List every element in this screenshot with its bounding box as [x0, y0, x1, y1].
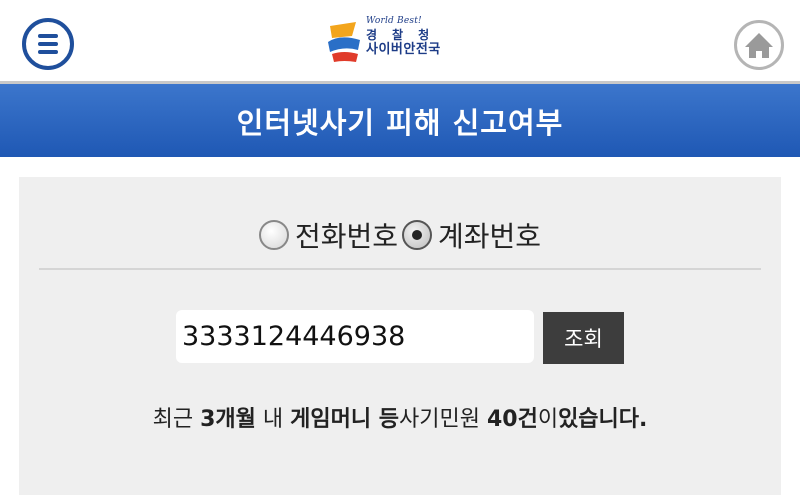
radio-account[interactable]: 계좌번호: [402, 215, 541, 255]
radio-unchecked-icon[interactable]: [258, 220, 289, 250]
page-title: 인터넷사기 피해 신고여부: [236, 105, 564, 140]
hamburger-menu-icon-bar: [38, 42, 58, 46]
app-header: World Best! 경찰청 사이버안전국: [0, 0, 800, 84]
page-title-bar: 인터넷사기 피해 신고여부: [0, 84, 800, 157]
search-type-group: 전화번호 계좌번호: [19, 215, 781, 255]
result-suffix: 있습니다.: [558, 407, 648, 432]
result-mid2: 사기민원: [398, 407, 487, 432]
result-mid3: 이: [537, 407, 559, 432]
result-period: 3개월: [200, 407, 256, 432]
result-message: 최근 3개월 내 게임머니 등사기민원 40건이있습니다.: [19, 401, 781, 433]
radio-checked-icon[interactable]: [402, 220, 432, 250]
home-button[interactable]: [734, 20, 784, 70]
menu-button[interactable]: [22, 18, 74, 70]
home-icon: [745, 33, 773, 58]
result-category: 게임머니 등: [290, 407, 399, 432]
result-mid1: 내: [255, 407, 291, 432]
account-number-input[interactable]: [176, 310, 534, 363]
divider: [39, 268, 761, 270]
search-panel: 전화번호 계좌번호 조회 최근 3개월 내 게임머니 등사기민원 40건이있습니…: [19, 177, 781, 495]
radio-account-label: 계좌번호: [438, 220, 542, 253]
search-button[interactable]: 조회: [543, 312, 624, 364]
hamburger-menu-icon-bar: [38, 50, 58, 54]
result-prefix: 최근: [152, 407, 201, 432]
radio-phone[interactable]: 전화번호: [258, 215, 398, 255]
police-logo[interactable]: World Best! 경찰청 사이버안전국: [326, 16, 466, 66]
radio-phone-label: 전화번호: [294, 220, 398, 253]
logo-org-name: 경찰청: [366, 28, 445, 42]
police-emblem-icon: [328, 22, 360, 62]
logo-unit-name: 사이버안전국: [366, 42, 441, 57]
result-count: 40건: [486, 407, 538, 432]
logo-tagline: World Best!: [366, 16, 422, 26]
hamburger-menu-icon: [38, 34, 58, 38]
